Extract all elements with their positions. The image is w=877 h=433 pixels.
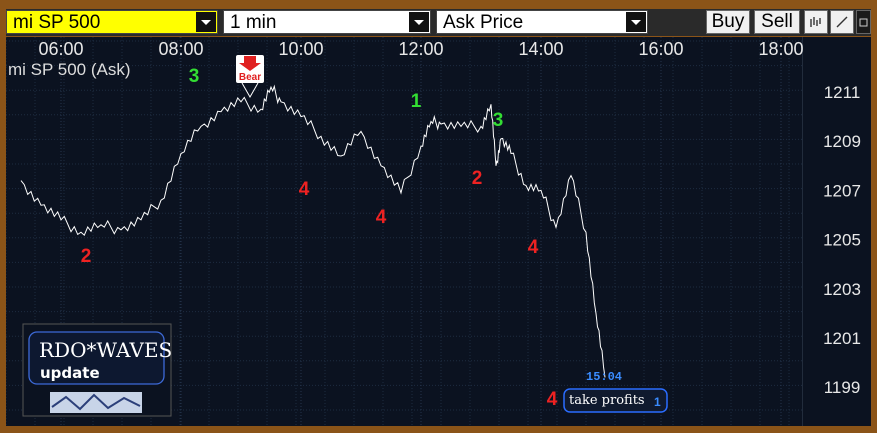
brand-title: RDO*WAVES xyxy=(39,338,172,362)
symbol-value: mi SP 500 xyxy=(13,12,101,33)
wave-label: 4 xyxy=(376,207,387,228)
time-tick-label: 14:00 xyxy=(518,39,563,59)
brand-subtitle: update xyxy=(40,364,100,382)
price-tick-label: 1211 xyxy=(824,83,861,102)
time-tick-label: 16:00 xyxy=(638,39,683,59)
take-profits-count: 1 xyxy=(654,395,661,409)
wave-label: 4 xyxy=(299,179,310,200)
wave-label: 3 xyxy=(493,110,504,131)
line-tool-button[interactable] xyxy=(830,10,854,34)
price-type-value: Ask Price xyxy=(443,12,524,33)
time-tick-label: 06:00 xyxy=(38,39,83,59)
price-tick-label: 1199 xyxy=(824,378,861,397)
time-tick-label: 18:00 xyxy=(758,39,803,59)
price-tick-label: 1209 xyxy=(823,132,861,151)
toolbar: mi SP 500 1 min Ask Price Buy Sell xyxy=(6,9,871,36)
take-profits-label: take profits xyxy=(569,393,645,408)
bar-chart-icon xyxy=(810,17,821,27)
price-tick-label: 1207 xyxy=(823,181,861,200)
sell-button[interactable]: Sell xyxy=(754,10,800,34)
buy-button[interactable]: Buy xyxy=(706,10,750,34)
brand-image xyxy=(50,392,142,413)
last-time-label: 15:04 xyxy=(586,370,622,384)
window-frame: mi SP 500 1 min Ask Price Buy Sell 06:00… xyxy=(0,0,877,433)
chevron-down-icon[interactable] xyxy=(409,12,429,32)
take-profits-badge[interactable]: take profits 1 xyxy=(563,388,668,413)
price-tick-label: 1203 xyxy=(823,280,861,299)
wave-label: 2 xyxy=(81,246,92,267)
restore-icon xyxy=(859,18,868,27)
brand-logo: RDO*WAVES update xyxy=(22,323,172,417)
bear-label: Bear xyxy=(239,72,261,83)
symbol-select[interactable]: mi SP 500 xyxy=(6,10,218,34)
price-tick-label: 1205 xyxy=(823,231,861,250)
wave-label: 2 xyxy=(472,168,483,189)
window-control-button[interactable] xyxy=(856,10,871,34)
bar-chart-tool-button[interactable] xyxy=(804,10,828,34)
price-type-select[interactable]: Ask Price xyxy=(436,10,648,34)
chevron-down-icon[interactable] xyxy=(196,12,216,32)
time-tick-label: 08:00 xyxy=(158,39,203,59)
time-tick-label: 10:00 xyxy=(278,39,323,59)
chevron-down-icon[interactable] xyxy=(626,12,646,32)
wave-label: 3 xyxy=(189,66,200,87)
wave-label: 4 xyxy=(547,389,558,410)
chart-canvas[interactable]: 06:00 08:00 10:00 12:00 14:00 16:00 18:00 1211… xyxy=(5,37,871,426)
interval-value: 1 min xyxy=(230,12,277,33)
time-tick-label: 12:00 xyxy=(398,39,443,59)
wave-label: 1 xyxy=(411,91,422,112)
line-draw-icon xyxy=(836,16,848,28)
interval-select[interactable]: 1 min xyxy=(223,10,431,34)
price-chart[interactable]: 06:00 08:00 10:00 12:00 14:00 16:00 18:00 1211… xyxy=(5,37,871,426)
wave-label: 4 xyxy=(528,237,539,258)
price-tick-label: 1201 xyxy=(823,329,861,348)
chart-title: mi SP 500 (Ask) xyxy=(8,60,131,79)
